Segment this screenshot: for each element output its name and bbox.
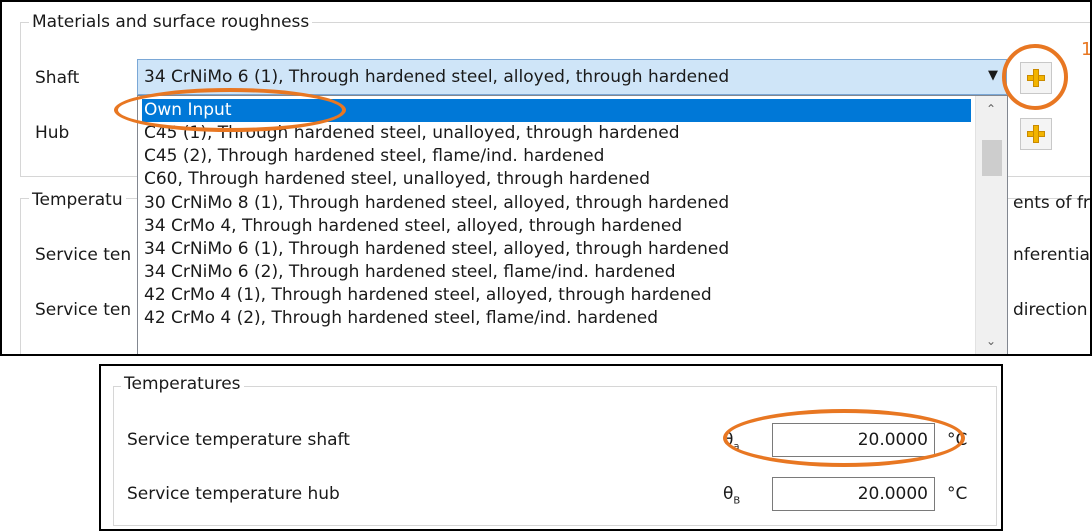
materials-window-crop: Materials and surface roughness Shaft Hu… [0, 0, 1092, 356]
dropdown-option[interactable]: 34 CrNiMo 6 (1), Through hardened steel,… [142, 238, 729, 261]
direction-label-partial: direction [1013, 300, 1088, 320]
coefficients-title-partial: ents of fr [1013, 193, 1090, 213]
highlight-own-input-ring [114, 88, 346, 132]
dropdown-option[interactable]: 42 CrMo 4 (2), Through hardened steel, f… [142, 307, 658, 330]
dropdown-option[interactable]: 34 CrNiMo 6 (2), Through hardened steel,… [142, 261, 676, 284]
dropdown-arrow-icon[interactable]: ▼ [988, 68, 998, 83]
theta-hub-symbol: θB [723, 484, 740, 511]
add-hub-material-button[interactable] [1020, 118, 1052, 150]
service-temperature-hub-label: Service temperature hub [127, 484, 340, 504]
service-temperature-label-partial: Service ten [35, 245, 132, 265]
scroll-up-icon[interactable]: ⌃ [986, 102, 996, 116]
dropdown-option[interactable]: 30 CrNiMo 8 (1), Through hardened steel,… [142, 192, 729, 215]
scroll-thumb[interactable] [982, 140, 1002, 176]
dropdown-option[interactable]: 42 CrMo 4 (1), Through hardened steel, a… [142, 284, 712, 307]
shaft-selected-value: 34 CrNiMo 6 (1), Through hardened steel,… [144, 67, 730, 87]
scroll-down-icon[interactable]: ⌄ [986, 334, 996, 348]
dropdown-option[interactable]: C60, Through hardened steel, unalloyed, … [142, 168, 650, 191]
dropdown-scrollbar[interactable]: ⌃ ⌄ [975, 96, 1007, 354]
theta-symbol: θ [723, 484, 734, 504]
shaft-label: Shaft [35, 68, 80, 88]
service-temperature-label-partial: Service ten [35, 300, 132, 320]
material-dropdown-list[interactable]: Own Input C45 (1), Through hardened stee… [137, 95, 1008, 354]
circumferential-label-partial: nferential [1013, 245, 1092, 265]
highlight-plus-button-ring [1002, 44, 1068, 110]
service-temperature-hub-input[interactable]: 20.0000 [772, 477, 935, 511]
annotation-number: 1 [1081, 39, 1092, 60]
dropdown-option[interactable]: C45 (2), Through hardened steel, flame/i… [142, 145, 604, 168]
theta-subscript: B [733, 495, 741, 507]
temperatures-title-partial: Temperatu [29, 190, 126, 210]
temperatures-title: Temperatures [121, 374, 244, 394]
hub-label: Hub [35, 123, 70, 143]
service-temperature-shaft-label: Service temperature shaft [127, 430, 350, 450]
materials-group-title: Materials and surface roughness [29, 12, 313, 32]
temperature-unit: °C [947, 484, 968, 504]
temperatures-panel: Temperatures Service temperature shaft θ… [99, 364, 1003, 531]
highlight-temperature-input-ring [723, 409, 965, 467]
dropdown-option[interactable]: 34 CrMo 4, Through hardened steel, alloy… [142, 215, 682, 238]
